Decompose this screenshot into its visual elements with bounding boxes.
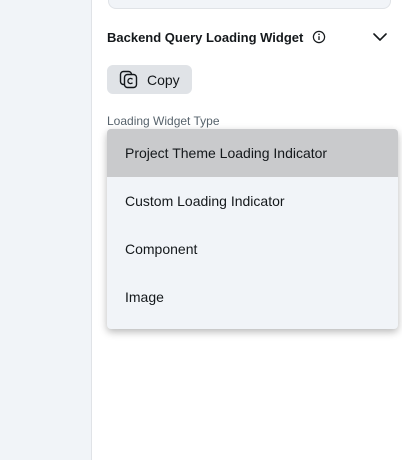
left-sidebar-area	[0, 0, 92, 460]
previous-section-card	[108, 0, 391, 9]
copy-icon	[119, 70, 138, 89]
info-icon[interactable]	[312, 30, 326, 44]
section-title: Backend Query Loading Widget	[107, 29, 304, 45]
loading-widget-type-label: Loading Widget Type	[107, 114, 220, 128]
dropdown-option-custom-loading-indicator[interactable]: Custom Loading Indicator	[107, 177, 398, 225]
section-header[interactable]: Backend Query Loading Widget	[107, 26, 392, 48]
dropdown-option-component[interactable]: Component	[107, 225, 398, 273]
chevron-down-icon[interactable]	[372, 29, 388, 45]
copy-button-label: Copy	[147, 71, 180, 88]
dropdown-option-project-theme-loading-indicator[interactable]: Project Theme Loading Indicator	[107, 129, 398, 177]
dropdown-option-image[interactable]: Image	[107, 273, 398, 321]
loading-widget-type-dropdown-menu: Project Theme Loading Indicator Custom L…	[107, 129, 398, 329]
copy-button[interactable]: Copy	[107, 65, 192, 94]
